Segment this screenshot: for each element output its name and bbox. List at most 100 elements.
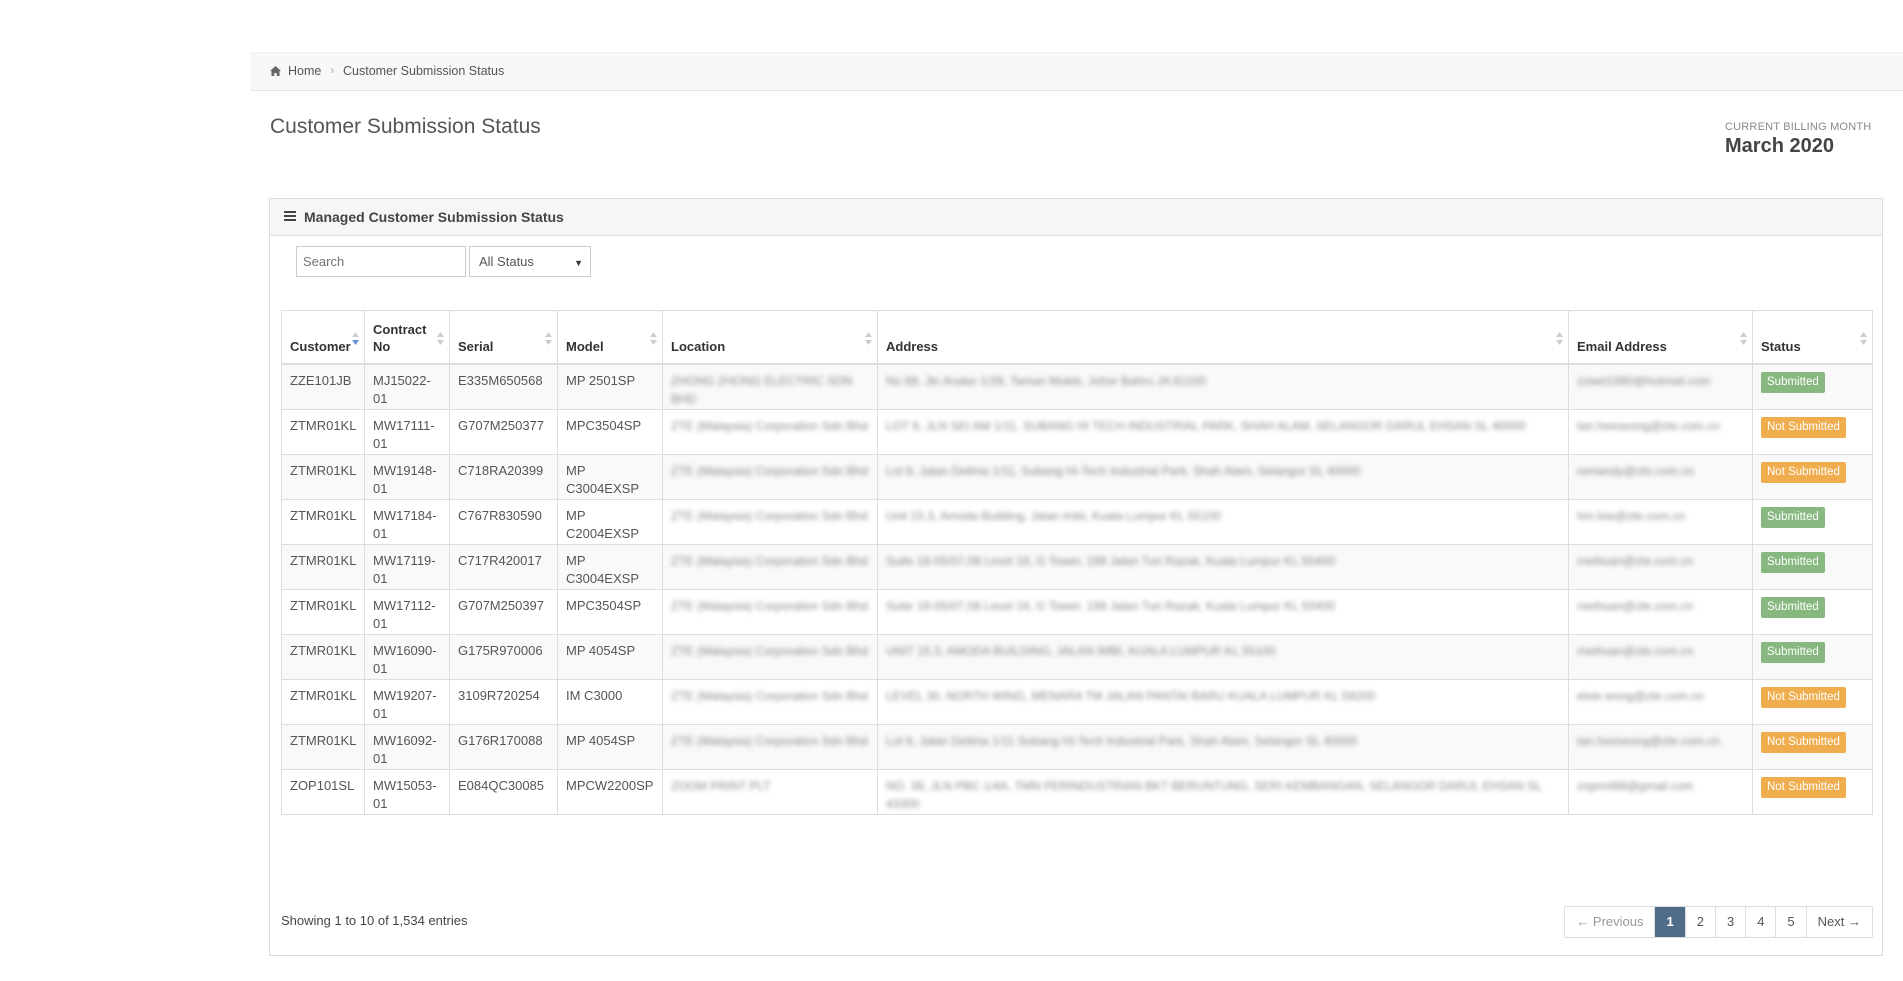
status-badge: Submitted <box>1761 596 1825 618</box>
table-row[interactable]: ZTMR01KL MW16092-01 G176R170088 MP 4054SP ZT… <box>281 723 1873 770</box>
sort-icon[interactable] <box>865 332 872 345</box>
column-header-customer[interactable]: Customer <box>281 310 365 365</box>
cell-location: ZTE (Malaysia) Corporation Sdn Bhd <box>662 633 878 680</box>
cell-model: MPC3504SP <box>557 588 663 635</box>
column-header-label: Contract No <box>373 322 427 354</box>
breadcrumb-current: Customer Submission Status <box>343 64 505 78</box>
sort-icon[interactable] <box>1556 332 1563 345</box>
cell-serial-text: G707M250377 <box>458 417 545 433</box>
cell-model-text: MPC3504SP <box>566 417 642 433</box>
sort-icon[interactable] <box>1860 332 1867 345</box>
cell-email-text: zoprint88@gmail.com <box>1577 778 1694 793</box>
status-filter-select[interactable]: All Status ▼ <box>469 246 591 277</box>
cell-location-text: ZOOM PRINT PLT <box>671 778 771 793</box>
status-badge: Not Submitted <box>1761 461 1846 483</box>
cell-email: elsie.wong@zte.com.cn <box>1568 678 1753 725</box>
cell-address: Suite 18-05/07,08 Level 18, G Tower, 199… <box>877 588 1569 635</box>
cell-address-text: LEVEL 30, NORTH WING, MENARA TM JALAN PA… <box>886 688 1376 703</box>
cell-location: ZHONG ZHONG ELECTRIC SDN BHD <box>662 363 878 410</box>
status-badge: Not Submitted <box>1761 686 1846 708</box>
cell-email-text: tan.heeseong@zte.com.cn <box>1577 733 1720 748</box>
next-page-button[interactable]: Next → <box>1805 907 1872 937</box>
cell-customer: ZTMR01KL <box>281 543 365 590</box>
column-header-label: Model <box>566 339 604 354</box>
table-row[interactable]: ZOP101SL MW15053-01 E084QC30085 MPCW2200SP Z… <box>281 768 1873 815</box>
search-input[interactable] <box>296 246 466 277</box>
breadcrumb-home-link[interactable]: Home <box>288 64 321 78</box>
menu-bars-icon <box>284 211 296 221</box>
column-header-serial[interactable]: Serial <box>449 310 558 365</box>
home-icon[interactable] <box>270 66 281 76</box>
table-row[interactable]: ZTMR01KL MW17119-01 C717R420017 MP C3004EXS… <box>281 543 1873 590</box>
column-header-label: Address <box>886 339 939 354</box>
column-header-model[interactable]: Model <box>557 310 663 365</box>
cell-location: ZTE (Malaysia) Corporation Sdn Bhd <box>662 408 878 455</box>
cell-customer: ZTMR01KL <box>281 453 365 500</box>
table-row[interactable]: ZTMR01KL MW17111-01 G707M250377 MPC3504SP ZT… <box>281 408 1873 455</box>
cell-status: Submitted <box>1752 543 1873 590</box>
cell-contract: MW17112-01 <box>364 588 450 635</box>
cell-serial: E084QC30085 <box>449 768 558 815</box>
cell-model-text: MP C3004EXSP <box>566 462 639 496</box>
cell-customer: ZTMR01KL <box>281 633 365 680</box>
cell-model: MPCW2200SP <box>557 768 663 815</box>
cell-location: ZTE (Malaysia) Corporation Sdn Bhd <box>662 543 878 590</box>
cell-address-text: Lot 6, Jalan Delima 1/11, Subang Hi-Tech… <box>886 463 1361 478</box>
previous-page-button[interactable]: ← Previous <box>1565 907 1654 937</box>
cell-email-text: zzwel1980@hotmail.com <box>1577 374 1711 388</box>
status-badge: Not Submitted <box>1761 776 1846 798</box>
table-row[interactable]: ZTMR01KL MW19148-01 C718RA20399 MP C3004EXS… <box>281 453 1873 500</box>
sort-desc-icon[interactable] <box>352 332 359 345</box>
cell-contract: MJ15022-01 <box>364 363 450 410</box>
page-1-button[interactable]: 1 <box>1654 907 1685 937</box>
table-row[interactable]: ZZE101JB MJ15022-01 E335M650568 MP 2501SP ZH… <box>281 363 1873 410</box>
cell-status: Not Submitted <box>1752 408 1873 455</box>
cell-customer: ZTMR01KL <box>281 498 365 545</box>
cell-model-text: MP C3004EXSP <box>566 552 639 586</box>
table-row[interactable]: ZTMR01KL MW19207-01 3109R720254 IM C3000 ZTE… <box>281 678 1873 725</box>
billing-month-value: March 2020 <box>1725 135 1834 157</box>
cell-address: Lot 6, Jalan Delima 1/11 Subang Hi-Tech … <box>877 723 1569 770</box>
column-header-location[interactable]: Location <box>662 310 878 365</box>
cell-location-text: ZTE (Malaysia) Corporation Sdn Bhd <box>671 733 868 748</box>
cell-serial: C717R420017 <box>449 543 558 590</box>
column-header-address[interactable]: Address <box>877 310 1569 365</box>
cell-contract-text: MW19148-01 <box>373 462 437 496</box>
breadcrumb-bar: Home › Customer Submission Status <box>250 52 1903 91</box>
column-header-email-address[interactable]: Email Address <box>1568 310 1753 365</box>
table-row[interactable]: ZTMR01KL MW17112-01 G707M250397 MPC3504SP ZT… <box>281 588 1873 635</box>
cell-location-text: ZTE (Malaysia) Corporation Sdn Bhd <box>671 463 868 478</box>
cell-customer-text: ZTMR01KL <box>290 462 357 478</box>
column-header-status[interactable]: Status <box>1752 310 1873 365</box>
sort-icon[interactable] <box>650 332 657 345</box>
table-row[interactable]: ZTMR01KL MW17184-01 C767R830590 MP C2004EXS… <box>281 498 1873 545</box>
sort-icon[interactable] <box>545 332 552 345</box>
column-header-contract-no[interactable]: Contract No <box>364 310 450 365</box>
sort-icon[interactable] <box>437 332 444 345</box>
cell-contract: MW16090-01 <box>364 633 450 680</box>
cell-email-text: tan.heeseong@zte.com.cn <box>1577 418 1720 433</box>
chevron-down-icon: ▼ <box>574 258 583 268</box>
sort-icon[interactable] <box>1740 332 1747 345</box>
cell-contract: MW19207-01 <box>364 678 450 725</box>
cell-contract-text: MJ15022-01 <box>373 373 431 406</box>
page-4-button[interactable]: 4 <box>1745 907 1775 937</box>
cell-address-text: UNIT 15.3, AMODA BUILDING, JALAN IMBI, K… <box>886 643 1276 658</box>
cell-customer: ZTMR01KL <box>281 588 365 635</box>
cell-email: zzwel1980@hotmail.com <box>1568 363 1753 410</box>
table-row[interactable]: ZTMR01KL MW16090-01 G175R970006 MP 4054SP ZT… <box>281 633 1873 680</box>
panel-header: Managed Customer Submission Status <box>270 199 1882 236</box>
cell-model-text: MP 4054SP <box>566 642 636 658</box>
cell-contract: MW17184-01 <box>364 498 450 545</box>
page-5-button[interactable]: 5 <box>1775 907 1805 937</box>
status-badge: Submitted <box>1761 551 1825 573</box>
cell-email: meihuan@zte.com.cn <box>1568 633 1753 680</box>
cell-status: Submitted <box>1752 363 1873 410</box>
cell-serial-text: C718RA20399 <box>458 462 544 478</box>
page-2-button[interactable]: 2 <box>1684 907 1715 937</box>
cell-model: MP C3004EXSP <box>557 453 663 500</box>
cell-location: ZTE (Malaysia) Corporation Sdn Bhd <box>662 588 878 635</box>
page-3-button[interactable]: 3 <box>1714 907 1745 937</box>
cell-status: Not Submitted <box>1752 768 1873 815</box>
cell-address: Lot 6, Jalan Delima 1/11, Subang Hi-Tech… <box>877 453 1569 500</box>
